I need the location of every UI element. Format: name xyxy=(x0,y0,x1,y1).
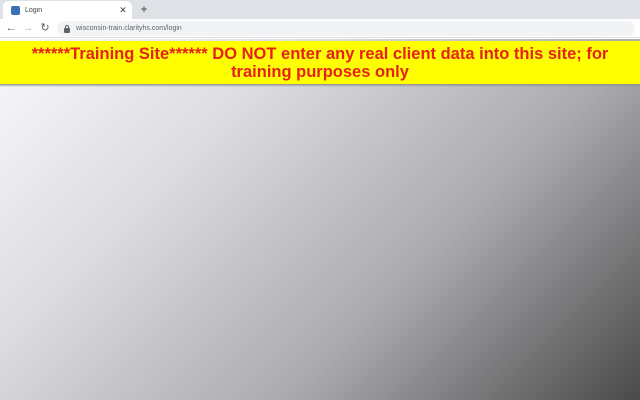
tab-close-icon[interactable]: ✕ xyxy=(117,4,129,16)
tab-title: Login xyxy=(25,6,43,14)
url-text: wisconsin-train.clarityhs.com/login xyxy=(76,25,182,32)
lock-icon[interactable] xyxy=(63,24,71,34)
address-bar[interactable]: wisconsin-train.clarityhs.com/login xyxy=(57,21,635,36)
banner-divider xyxy=(0,84,640,87)
site-favicon-icon xyxy=(11,5,20,15)
training-site-banner: ******Training Site****** DO NOT enter a… xyxy=(0,41,640,84)
back-button[interactable]: ← xyxy=(4,21,18,35)
tab-strip: Login ✕ + xyxy=(0,0,640,19)
browser-tab[interactable]: Login ✕ xyxy=(3,1,132,19)
new-tab-button[interactable]: + xyxy=(137,2,151,16)
reload-button[interactable]: ↻ xyxy=(38,21,52,35)
forward-button[interactable]: → xyxy=(21,21,35,35)
page-viewport: ******Training Site****** DO NOT enter a… xyxy=(0,39,640,400)
banner-warning-text: ******Training Site****** DO NOT enter a… xyxy=(31,44,609,81)
browser-toolbar: ← → ↻ wisconsin-train.clarityhs.com/logi… xyxy=(0,19,640,38)
